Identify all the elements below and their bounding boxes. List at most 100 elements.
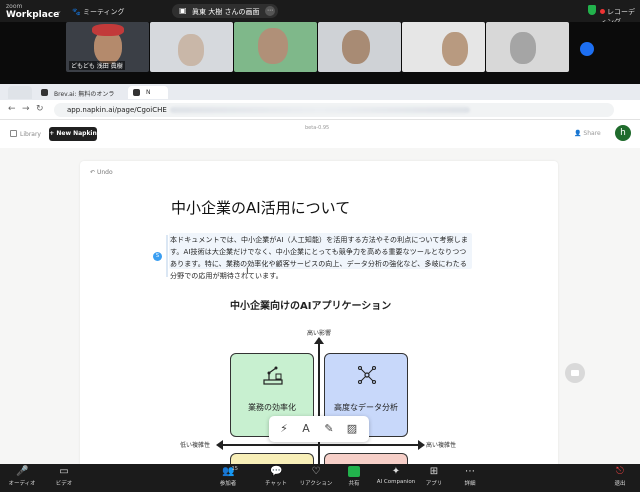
share-screen-icon [348,466,360,477]
chat-button[interactable]: 💬 チャット [254,466,298,487]
heart-icon: ♡ [311,466,321,477]
video-button[interactable]: ▭ ビデオ [42,466,86,487]
video-tile[interactable] [486,22,569,72]
doc-version-badge: beta-0.95 [305,125,330,131]
video-gallery: どもども 浅田 眞樹 [0,22,640,80]
floating-toolbar: ⚡ A ✎ ▨ [269,416,369,442]
comment-icon[interactable] [565,363,585,383]
forward-icon[interactable]: → [22,104,30,114]
share-banner-text: 眞東 大樹 さんの画面 [192,8,260,16]
control-label: リアクション [299,481,333,487]
more-dots-icon: ⋯ [465,466,475,477]
leave-button[interactable]: ⎋ 退出 [598,466,640,487]
gallery-next-icon[interactable] [580,42,594,56]
library-icon [10,130,17,137]
more-icon[interactable]: ⋯ [265,6,275,16]
control-label: アプリ [425,481,443,487]
record-dot-icon [600,9,605,14]
share-user-icon: 👤 [574,130,582,137]
zoom-logo-main: Workplace [6,10,60,20]
new-napkin-button[interactable]: + New Napkin [49,127,97,141]
browser-tab-active[interactable]: N [128,86,168,99]
control-label: オーディオ [8,481,36,487]
horizontal-axis [222,444,418,446]
quadrant-label: 高度なデータ分析 [334,403,398,412]
control-label: ビデオ [55,481,73,487]
undo-button[interactable]: ↶ Undo [90,169,113,176]
video-tile[interactable] [150,22,233,72]
text-cursor-icon: I [246,267,249,277]
share-label: Share [583,130,601,137]
pen-icon[interactable]: ✎ [322,422,336,436]
meeting-menu[interactable]: 🐾 ミーティング [72,7,125,17]
quadrant-bottom-right[interactable] [324,453,408,464]
document-title[interactable]: 中小企業のAI活用について [171,197,350,218]
meeting-label: ミーティング [82,8,125,16]
share-button[interactable]: 👤 Share [574,130,601,137]
apps-grid-icon: ⊞ [429,466,439,477]
sparkle-icon[interactable]: S [153,252,162,261]
shield-icon[interactable] [588,5,596,15]
participant-headgear [92,24,124,36]
quadrant-label: 業務の効率化 [248,403,296,412]
participant-count: 15 [231,466,238,472]
sparkle-generate-icon[interactable]: ⚡ [277,422,291,436]
avatar[interactable]: h [615,125,631,141]
zoom-logo: zoom Workplace [6,3,60,20]
ai-sparkle-icon: ✦ [391,466,401,477]
axis-arrow-right [418,440,425,450]
screen-share-icon: ▣ [179,6,187,15]
quadrant-bottom-left[interactable] [230,453,314,464]
control-label: 退出 [614,481,626,487]
more-button[interactable]: ⋯ 詳細 [448,466,492,487]
chevron-down-icon[interactable]: ⌄ [56,7,62,15]
napkin-header: Library + New Napkin beta-0.95 👤 Share h [0,120,640,148]
diagram-title: 中小企業向けのAIアプリケーション [230,301,392,312]
browser-tab-bar: Brev.ai: 無料のオンライン… N [0,84,640,107]
axis-label-top: 高い影響 [307,330,332,337]
participant-face [342,30,370,64]
editor-canvas: ↶ Undo 中小企業のAI活用について S 本ドキュメントでは、中小企業がAI… [0,148,640,464]
control-label: 詳細 [464,481,476,487]
url-text: app.napkin.ai/page/CgoiCHE [67,106,167,114]
url-field[interactable]: app.napkin.ai/page/CgoiCHE [54,103,614,117]
control-label: 参加者 [219,481,237,487]
axis-label-right: 高い複雑性 [426,442,457,449]
video-tile[interactable] [318,22,401,72]
audio-button[interactable]: 🎤 オーディオ [0,466,44,487]
network-icon [357,365,377,385]
participant-face [178,34,204,66]
tab-group-icon[interactable] [8,86,32,99]
address-bar: ← → ↻ app.napkin.ai/page/CgoiCHE [0,100,640,120]
control-label: チャット [265,481,287,487]
axis-label-left: 低い複雑性 [180,442,211,449]
back-icon[interactable]: ← [8,104,16,114]
image-icon[interactable]: ▨ [345,422,359,436]
paragraph-selection-bar [166,235,168,277]
participant-face [258,28,288,64]
text-box-icon[interactable]: A [299,422,313,436]
document-paragraph[interactable]: 本ドキュメントでは、中小企業がAI（人工知能）を活用する方法やその利点について考… [170,234,470,282]
library-link[interactable]: Library [10,130,41,138]
video-tile[interactable] [402,22,485,72]
zoom-top-bar: zoom Workplace ⌄ 🐾 ミーティング ▣ 眞東 大樹 さんの画面 … [0,0,640,26]
axis-arrow-left [216,440,223,450]
mic-muted-icon: 🎤 [16,466,29,477]
reload-icon[interactable]: ↻ [36,104,44,114]
camera-icon: ▭ [59,466,69,477]
browser-tab[interactable]: Brev.ai: 無料のオンライン… [36,86,126,107]
tab-label: N [146,89,151,96]
paw-icon: 🐾 [72,8,81,16]
video-tile[interactable]: どもども 浅田 眞樹 [66,22,149,72]
tab-favicon-icon [133,89,140,96]
robot-arm-icon [263,366,283,385]
screen-share-banner[interactable]: ▣ 眞東 大樹 さんの画面 ⋯ [172,4,278,18]
video-tile[interactable] [234,22,317,72]
zoom-control-bar: 🎤 オーディオ ▭ ビデオ 👥 15 参加者 💬 チャット ♡ リアクション 共… [0,464,640,492]
undo-label: Undo [96,169,113,176]
participants-button[interactable]: 👥 15 参加者 [206,466,250,487]
control-label: AI Companion [376,479,416,485]
shared-browser-window: Brev.ai: 無料のオンライン… N ← → ↻ app.napkin.ai… [0,84,640,464]
control-label: 共有 [348,481,360,487]
participant-name: どもども 浅田 眞樹 [69,61,125,70]
